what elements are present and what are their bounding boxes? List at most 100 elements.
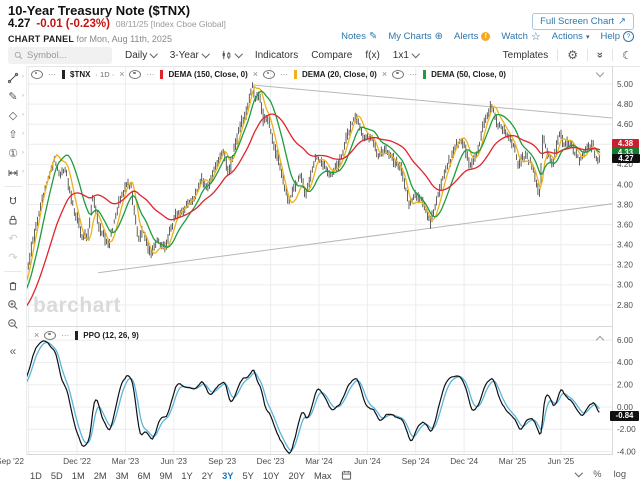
series-color-bar — [160, 69, 164, 79]
compare-button[interactable]: Compare — [311, 50, 352, 61]
more-options-icon[interactable]: ⋯ — [48, 70, 57, 79]
question-circle-icon: ? — [623, 31, 634, 42]
chart-toolbar: Symbol... Daily 3-Year Indicators Compar… — [8, 44, 420, 66]
svg-text:3.40: 3.40 — [617, 241, 633, 250]
full-screen-chart-button[interactable]: Full Screen Chart ↗ — [532, 13, 634, 30]
quick-links: Notes ✎ My Charts ⊕ Alerts! Watch ☆ Actions… — [341, 30, 634, 43]
lock-tool[interactable] — [5, 212, 21, 227]
eye-icon[interactable] — [129, 69, 142, 79]
zoom-out-button[interactable] — [5, 316, 21, 331]
x-axis-label: Dec '24 — [450, 456, 479, 466]
alerts-link[interactable]: Alerts! — [454, 31, 491, 42]
collapse-tools-icon[interactable]: « — [5, 343, 21, 358]
dark-mode-icon[interactable]: ☾ — [622, 49, 632, 62]
chevron-down-icon — [235, 50, 243, 58]
chevron-down-icon[interactable] — [574, 469, 583, 477]
x-axis-label: Sep '23 — [208, 456, 237, 466]
chart-panel-row: CHART PANEL for Mon, Aug 11th, 2025 — [8, 34, 172, 44]
toolbar-right: Templates ⚙ « ☾ — [503, 48, 632, 62]
range-button-6m[interactable]: 6M — [138, 471, 151, 481]
range-selector: 1D 5D 1M 2M 3M 6M 9M 1Y 2Y 3Y 5Y 10Y 20Y Max — [30, 469, 352, 483]
svg-text:6.00: 6.00 — [617, 336, 633, 345]
watch-link[interactable]: Watch ☆ — [501, 30, 540, 43]
shapes-tool[interactable]: ◇ › — [5, 108, 24, 123]
eye-icon[interactable] — [31, 69, 43, 79]
more-options-icon[interactable]: ⋯ — [146, 70, 155, 79]
measure-tool[interactable]: › — [5, 165, 24, 180]
eye-icon[interactable] — [263, 69, 276, 79]
help-link[interactable]: Help? — [600, 31, 634, 42]
chevron-down-icon — [201, 50, 210, 58]
chart-type-dropdown[interactable] — [221, 49, 243, 61]
chart-plot-area[interactable]: 5.004.804.604.404.204.003.803.603.403.20… — [0, 66, 640, 455]
fx-button[interactable]: f(x) — [365, 50, 379, 61]
layout-dropdown[interactable]: 1x1 — [393, 50, 420, 61]
more-options-icon[interactable]: ⋯ — [409, 70, 418, 79]
symbol-search-input[interactable]: Symbol... — [8, 46, 112, 64]
range-button-1d[interactable]: 1D — [30, 471, 42, 481]
search-icon — [14, 51, 23, 59]
range-button-5d[interactable]: 5D — [51, 471, 63, 481]
my-charts-link[interactable]: My Charts ⊕ — [388, 31, 443, 42]
range-button-1y[interactable]: 1Y — [181, 471, 192, 481]
settings-gear-icon[interactable]: ⚙ — [567, 48, 578, 62]
chevron-down-icon — [411, 50, 420, 58]
page-title: 10-Year Treasury Note ($TNX) — [8, 3, 191, 18]
remove-indicator-icon[interactable]: × — [119, 69, 124, 79]
x-axis-label: Dec '23 — [256, 456, 285, 466]
range-button-1m[interactable]: 1M — [72, 471, 85, 481]
arrow-tool[interactable]: ⇧ › — [5, 127, 24, 142]
delete-drawings-button[interactable] — [5, 278, 21, 293]
x-axis-labels: Sep '22 Dec '22 Mar '23 Jun '23 Sep '23 Dec '… — [0, 456, 640, 468]
svg-text:3.20: 3.20 — [617, 261, 633, 270]
undo-button[interactable]: ↶ — [5, 231, 21, 246]
notes-link[interactable]: Notes ✎ — [341, 31, 377, 42]
indicators-button[interactable]: Indicators — [255, 50, 298, 61]
annotation-tool[interactable]: ① › — [5, 146, 24, 161]
svg-text:2.00: 2.00 — [617, 381, 633, 390]
svg-text:4.00: 4.00 — [617, 180, 633, 189]
x-axis-label: Sep '22 — [0, 456, 24, 466]
indicator-legend-label: DEMA (50, Close, 0) — [431, 69, 506, 79]
zoom-in-button[interactable] — [5, 297, 21, 312]
range-dropdown[interactable]: 3-Year — [170, 50, 210, 61]
period-dropdown[interactable]: Daily — [125, 50, 158, 61]
range-button-9m[interactable]: 9M — [159, 471, 172, 481]
remove-indicator-icon[interactable]: × — [382, 69, 387, 79]
x-axis-label: Dec '22 — [63, 456, 91, 466]
series-color-bar — [294, 69, 298, 79]
range-button-5y[interactable]: 5Y — [243, 471, 254, 481]
plus-circle-icon: ⊕ — [434, 31, 444, 42]
indicator-legend-label: DEMA (20, Close, 0) — [302, 69, 377, 79]
svg-text:3.80: 3.80 — [617, 200, 633, 209]
redo-button[interactable]: ↷ — [5, 250, 21, 265]
range-button-max[interactable]: Max — [314, 471, 332, 481]
magnet-tool[interactable] — [5, 193, 21, 208]
chevron-down-icon — [150, 50, 158, 58]
x-axis-label: Jun '25 — [547, 456, 575, 466]
draw-tool[interactable]: ✎ › — [5, 89, 24, 104]
more-options-icon[interactable]: ⋯ — [280, 70, 289, 79]
trendline-tool[interactable]: › — [5, 70, 24, 85]
range-button-10y[interactable]: 10Y — [263, 471, 280, 481]
series-color-bar — [75, 330, 79, 340]
range-button-2m[interactable]: 2M — [94, 471, 107, 481]
range-button-20y[interactable]: 20Y — [288, 471, 305, 481]
more-options-icon[interactable]: ⋯ — [61, 331, 70, 340]
templates-button[interactable]: Templates — [503, 50, 549, 61]
remove-indicator-icon[interactable]: × — [253, 69, 258, 79]
log-scale-button[interactable]: log — [614, 469, 626, 479]
percent-scale-button[interactable]: % — [593, 469, 601, 479]
alerts-badge-icon: ! — [481, 32, 491, 41]
star-icon: ☆ — [530, 31, 541, 43]
calendar-icon[interactable] — [341, 469, 352, 483]
actions-link[interactable]: Actions ▾ — [552, 31, 590, 42]
remove-indicator-icon[interactable]: × — [34, 330, 39, 340]
range-button-2y[interactable]: 2Y — [202, 471, 213, 481]
eye-icon[interactable] — [44, 330, 57, 340]
range-button-3y[interactable]: 3Y — [222, 471, 233, 481]
eye-icon[interactable] — [392, 69, 405, 79]
range-button-3m[interactable]: 3M — [116, 471, 129, 481]
collapse-toolbar-icon[interactable]: « — [594, 52, 606, 58]
x-axis-label: Mar '25 — [498, 456, 527, 466]
